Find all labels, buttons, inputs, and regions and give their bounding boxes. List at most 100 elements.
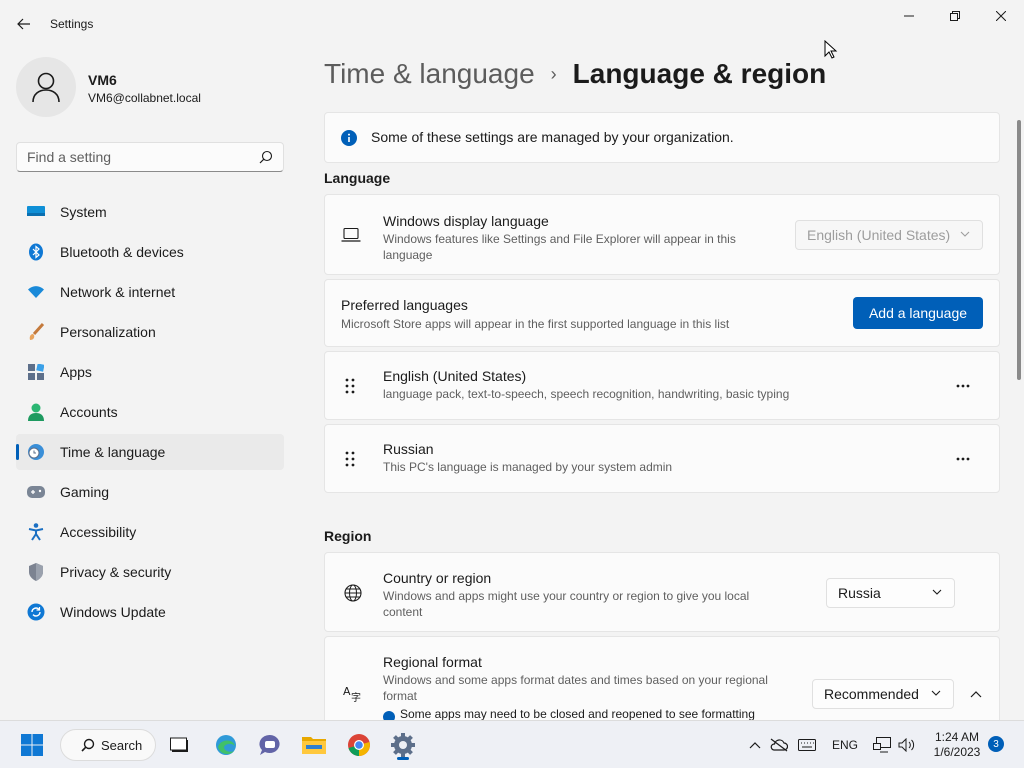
preferred-languages-card: Preferred languages Microsoft Store apps… (324, 279, 1000, 347)
time-language-icon (26, 442, 46, 462)
language-name: English (United States) (383, 368, 527, 384)
breadcrumb-parent[interactable]: Time & language (324, 58, 535, 90)
search-icon[interactable] (259, 150, 273, 164)
globe-icon (344, 584, 362, 602)
user-name: VM6 (88, 72, 117, 88)
sidebar-item-privacy[interactable]: Privacy & security (16, 554, 284, 590)
search-input[interactable] (17, 143, 247, 171)
breadcrumb: Time & language › Language & region (324, 58, 826, 90)
country-region-description: Windows and apps might use your country … (383, 589, 750, 619)
regional-format-title: Regional format (383, 654, 482, 670)
apps-icon (26, 362, 46, 382)
sidebar-item-label: Gaming (60, 484, 110, 500)
file-explorer-button[interactable] (298, 729, 330, 761)
notification-badge[interactable]: 3 (988, 736, 1004, 752)
country-dropdown[interactable]: Russia (826, 578, 955, 608)
sidebar-item-label: Time & language (60, 444, 166, 460)
language-details: This PC's language is managed by your sy… (383, 460, 673, 474)
brush-icon (26, 322, 46, 342)
user-email: VM6@collabnet.local (88, 91, 201, 105)
chrome-button[interactable] (343, 729, 375, 761)
onedrive-tray[interactable] (769, 735, 789, 755)
task-view-button[interactable] (164, 729, 196, 761)
edge-button[interactable] (210, 729, 242, 761)
sidebar-item-apps[interactable]: Apps (16, 354, 284, 390)
sidebar-item-label: Apps (60, 364, 92, 380)
dropdown-value: Russia (838, 585, 881, 601)
sidebar-item-accessibility[interactable]: Accessibility (16, 514, 284, 550)
main-content: Time & language › Language & region Some… (324, 48, 1000, 720)
title-bar: Settings (0, 0, 1024, 48)
restore-button[interactable] (932, 0, 978, 32)
sidebar-item-personalization[interactable]: Personalization (16, 314, 284, 350)
active-app-indicator (397, 757, 409, 760)
language-name: Russian (383, 441, 434, 457)
restore-icon (950, 11, 960, 21)
sidebar-item-system[interactable]: System (16, 194, 284, 230)
sidebar-item-bluetooth[interactable]: Bluetooth & devices (16, 234, 284, 270)
clock-date: 1/6/2023 (933, 745, 981, 759)
task-view-icon (170, 737, 188, 752)
add-language-button[interactable]: Add a language (853, 297, 983, 329)
network-tray[interactable] (872, 735, 892, 755)
language-row-russian[interactable]: Russian This PC's language is managed by… (324, 424, 1000, 493)
touch-keyboard-button[interactable] (797, 735, 817, 755)
sidebar-item-windows-update[interactable]: Windows Update (16, 594, 284, 630)
sidebar-item-accounts[interactable]: Accounts (16, 394, 284, 430)
scrollbar-thumb[interactable] (1017, 120, 1021, 380)
country-region-title: Country or region (383, 570, 492, 586)
user-icon (32, 72, 60, 103)
display-language-dropdown[interactable]: English (United States) (795, 220, 983, 250)
close-button[interactable] (978, 0, 1024, 32)
laptop-icon (341, 227, 361, 242)
system-icon (26, 202, 46, 222)
sidebar-item-time-language[interactable]: Time & language (16, 434, 284, 470)
gamepad-icon (26, 482, 46, 502)
drag-handle-icon[interactable] (345, 378, 355, 394)
breadcrumb-separator: › (550, 63, 557, 84)
windows-update-icon (26, 602, 46, 622)
sidebar-item-network[interactable]: Network & internet (16, 274, 284, 310)
taskbar-search-label: Search (101, 737, 143, 753)
sidebar-item-label: Bluetooth & devices (60, 244, 184, 260)
more-options-button[interactable] (947, 370, 979, 402)
regional-format-dropdown[interactable]: Recommended (812, 679, 954, 709)
chevron-up-icon (970, 691, 982, 698)
clock[interactable]: 1:24 AM 1/6/2023 (928, 730, 986, 760)
more-options-button[interactable] (947, 443, 979, 475)
chevron-down-icon (931, 690, 941, 696)
start-button[interactable] (16, 729, 48, 761)
drag-handle-icon[interactable] (345, 451, 355, 467)
regional-format-card: A字 Regional format Windows and some apps… (324, 636, 1000, 720)
minimize-icon (904, 15, 914, 17)
volume-tray[interactable] (897, 735, 917, 755)
info-icon (341, 130, 357, 146)
chevron-up-icon (749, 742, 761, 749)
sidebar-item-label: Accounts (60, 404, 118, 420)
dropdown-value: English (United States) (807, 227, 951, 243)
sidebar: VM6 VM6@collabnet.local System Bluetooth… (0, 48, 300, 720)
sidebar-item-label: Windows Update (60, 604, 166, 620)
more-icon (956, 384, 970, 388)
keyboard-icon (798, 739, 816, 751)
minimize-button[interactable] (886, 0, 932, 32)
back-button[interactable] (10, 12, 38, 36)
avatar[interactable] (16, 57, 76, 117)
regional-format-icon: A字 (343, 685, 361, 702)
language-row-english[interactable]: English (United States) language pack, t… (324, 351, 1000, 420)
input-language-indicator[interactable]: ENG (832, 738, 858, 752)
settings-taskbar-button[interactable] (387, 729, 419, 761)
teams-chat-button[interactable] (254, 729, 286, 761)
network-icon (873, 737, 891, 753)
page-title: Language & region (572, 58, 827, 89)
sidebar-item-gaming[interactable]: Gaming (16, 474, 284, 510)
nav-list: System Bluetooth & devices Network & int… (16, 194, 284, 634)
show-hidden-icons-button[interactable] (745, 735, 765, 755)
chevron-down-icon (960, 231, 970, 237)
taskbar-search[interactable]: Search (60, 729, 156, 761)
svg-text:A: A (343, 685, 351, 698)
search-box (16, 142, 284, 172)
teams-chat-icon (259, 734, 280, 755)
collapse-button[interactable] (960, 678, 992, 710)
display-language-title: Windows display language (383, 213, 549, 229)
